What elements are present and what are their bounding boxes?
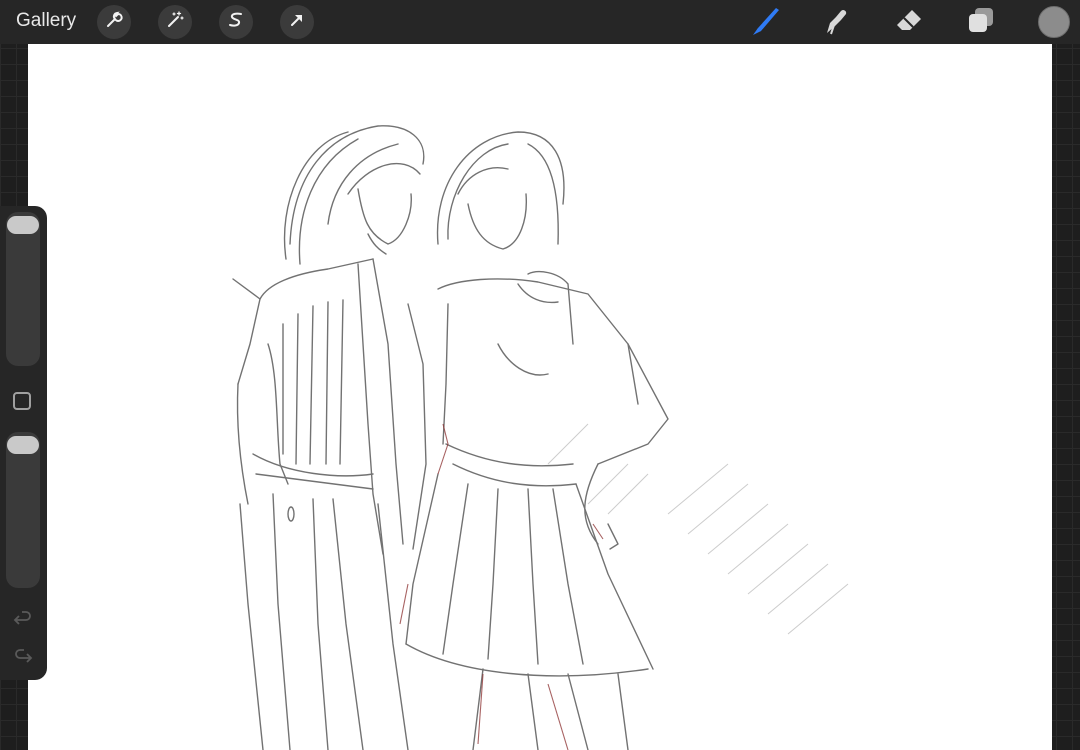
undo-button[interactable] <box>12 608 34 630</box>
actions-button[interactable] <box>97 5 131 39</box>
smudge-icon <box>820 3 854 42</box>
color-picker-button[interactable] <box>1038 6 1070 38</box>
redo-icon <box>12 649 34 672</box>
opacity-thumb[interactable] <box>7 436 39 454</box>
transform-button[interactable] <box>280 5 314 39</box>
brush-size-slider[interactable] <box>6 212 40 366</box>
layers-icon <box>964 3 998 42</box>
eraser-icon <box>892 3 926 42</box>
sketch-artwork <box>232 125 849 750</box>
opacity-slider[interactable] <box>6 432 40 588</box>
brush-size-thumb[interactable] <box>7 216 39 234</box>
undo-icon <box>12 611 34 634</box>
drawing-canvas[interactable] <box>28 44 1052 750</box>
transform-arrow-icon <box>288 11 306 34</box>
top-toolbar: Gallery <box>0 0 1080 44</box>
selection-s-icon <box>227 11 245 34</box>
wrench-icon <box>105 11 123 34</box>
brush-icon <box>749 3 783 42</box>
modify-button[interactable] <box>13 392 31 410</box>
left-sidebar <box>0 206 47 680</box>
adjustments-button[interactable] <box>158 5 192 39</box>
eraser-tool[interactable] <box>891 4 927 40</box>
brush-tool[interactable] <box>748 4 784 40</box>
layers-tool[interactable] <box>963 4 999 40</box>
magic-wand-icon <box>166 10 184 34</box>
gallery-button[interactable]: Gallery <box>16 10 76 32</box>
smudge-tool[interactable] <box>819 4 855 40</box>
redo-button[interactable] <box>12 646 34 668</box>
selection-button[interactable] <box>219 5 253 39</box>
